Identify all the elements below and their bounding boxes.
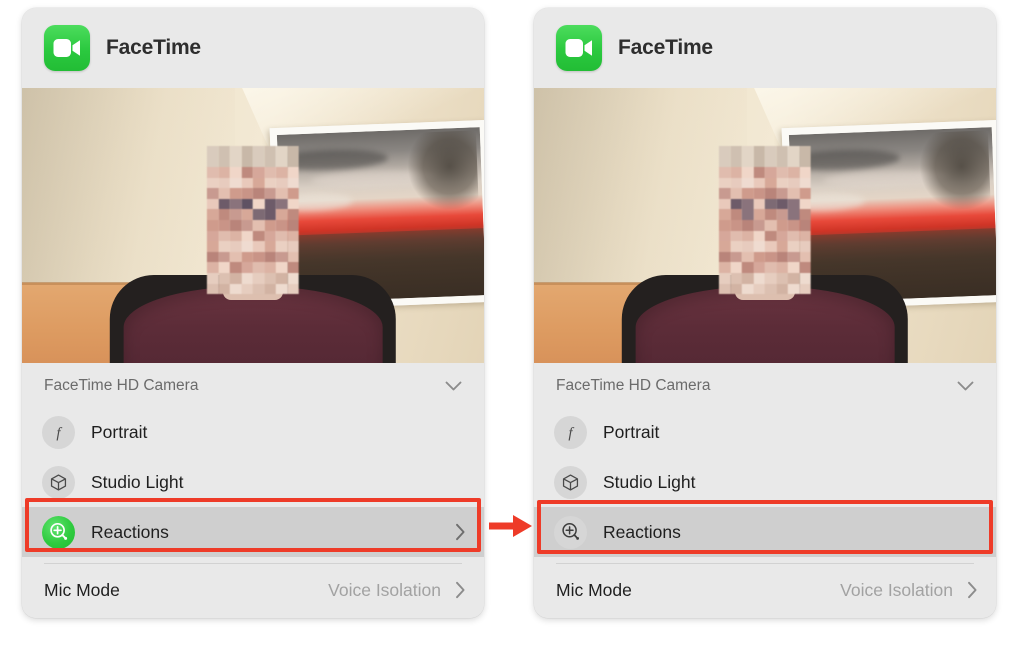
effect-label: Studio Light [603, 472, 978, 493]
svg-text:f: f [56, 425, 62, 441]
effect-row-reactions[interactable]: Reactions [534, 507, 996, 557]
mic-mode-value: Voice Isolation [840, 580, 953, 601]
preview-painting-tree [919, 130, 991, 210]
effect-label: Reactions [91, 522, 455, 543]
effect-label: Portrait [91, 422, 466, 443]
chevron-right-icon[interactable] [967, 581, 978, 599]
app-title: FaceTime [618, 36, 713, 60]
camera-device-label: FaceTime HD Camera [556, 377, 710, 395]
mic-mode-row[interactable]: Mic Mode Voice Isolation [22, 564, 484, 616]
mic-mode-row[interactable]: Mic Mode Voice Isolation [534, 564, 996, 616]
facetime-video-icon [556, 25, 602, 71]
cube-icon [42, 466, 75, 499]
mic-mode-value: Voice Isolation [328, 580, 441, 601]
effect-row-portrait[interactable]: f Portrait [22, 407, 484, 457]
svg-text:f: f [568, 425, 574, 441]
control-menu-before: FaceTime HD Camera f Portrait Studio Lig… [22, 363, 484, 618]
camera-device-row[interactable]: FaceTime HD Camera [22, 365, 484, 407]
chevron-down-icon[interactable] [957, 381, 974, 392]
effect-row-studio-light[interactable]: Studio Light [22, 457, 484, 507]
control-menu-after: FaceTime HD Camera f Portrait Studio Lig… [534, 363, 996, 618]
effect-row-studio-light[interactable]: Studio Light [534, 457, 996, 507]
panel-header-before: FaceTime [22, 8, 484, 88]
camera-preview-after [534, 88, 996, 363]
effect-label: Portrait [603, 422, 978, 443]
preview-person-pixelated-face [207, 146, 299, 295]
mic-mode-label: Mic Mode [556, 580, 632, 601]
preview-person-pixelated-face [719, 146, 811, 295]
camera-device-label: FaceTime HD Camera [44, 377, 198, 395]
mic-mode-value-group: Voice Isolation [840, 580, 978, 601]
chevron-down-icon[interactable] [445, 381, 462, 392]
aperture-f-icon: f [42, 416, 75, 449]
mic-mode-value-group: Voice Isolation [328, 580, 466, 601]
chevron-right-icon[interactable] [455, 581, 466, 599]
reactions-plus-icon [42, 516, 75, 549]
aperture-f-icon: f [554, 416, 587, 449]
cube-icon [554, 466, 587, 499]
reactions-plus-icon [554, 516, 587, 549]
annotation-red-right-arrow [489, 512, 533, 540]
effect-row-portrait[interactable]: f Portrait [534, 407, 996, 457]
preview-painting-tree [407, 130, 479, 210]
comparison-figure: FaceTime FaceTime HD Camera f Portrait S… [0, 0, 1024, 657]
camera-device-row[interactable]: FaceTime HD Camera [534, 365, 996, 407]
camera-preview-before [22, 88, 484, 363]
panel-header-after: FaceTime [534, 8, 996, 88]
facetime-video-icon [44, 25, 90, 71]
app-title: FaceTime [106, 36, 201, 60]
effect-label: Studio Light [91, 472, 466, 493]
facetime-control-center-panel-before: FaceTime FaceTime HD Camera f Portrait S… [22, 8, 484, 618]
effect-label: Reactions [603, 522, 978, 543]
facetime-control-center-panel-after: FaceTime FaceTime HD Camera f Portrait S… [534, 8, 996, 618]
effect-row-reactions[interactable]: Reactions [22, 507, 484, 557]
chevron-right-icon[interactable] [455, 523, 466, 541]
mic-mode-label: Mic Mode [44, 580, 120, 601]
